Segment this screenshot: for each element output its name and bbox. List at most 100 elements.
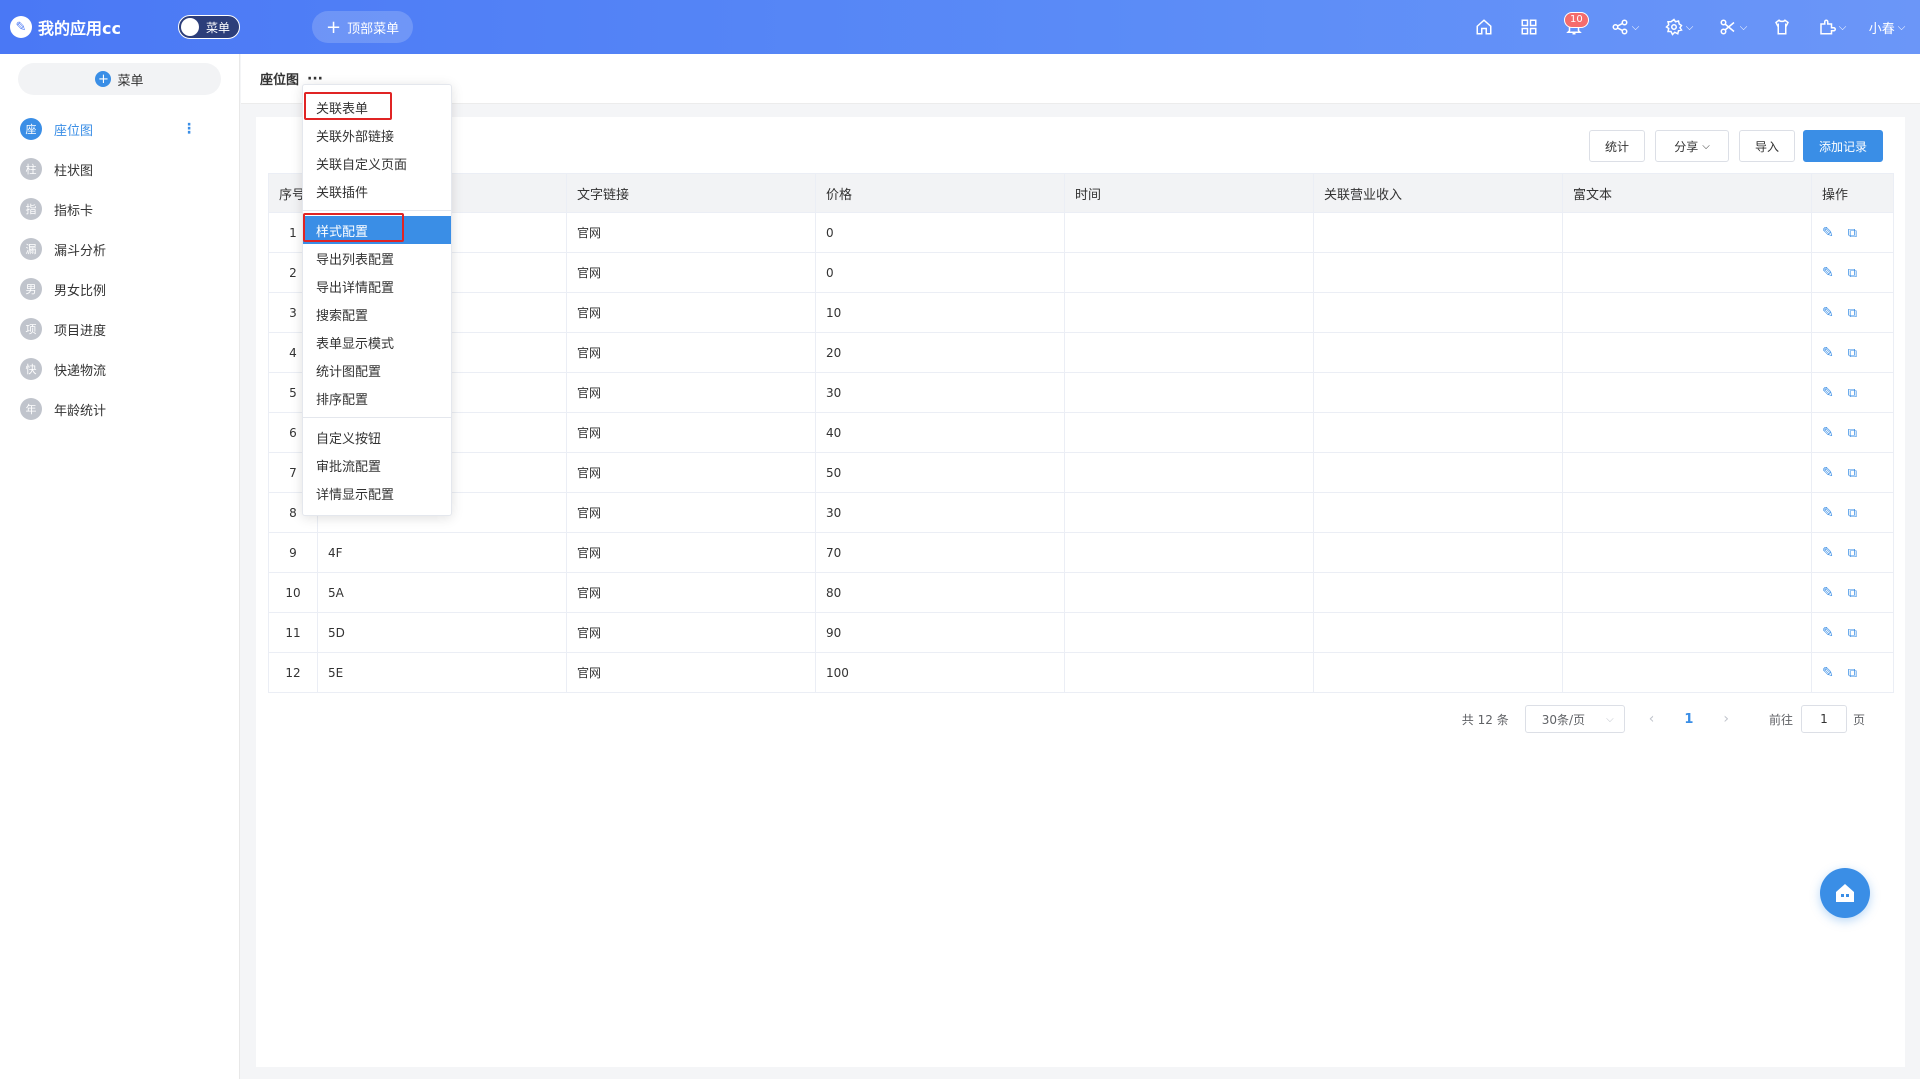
sidebar-item-metric-card[interactable]: 指 指标卡 <box>0 189 239 229</box>
cell-rich-text <box>1562 572 1812 613</box>
edit-icon[interactable]: ✎ <box>1822 505 1834 521</box>
menu-item-sort-config[interactable]: 排序配置 <box>303 384 451 412</box>
sidebar-item-age-stats[interactable]: 年 年龄统计 <box>0 389 239 429</box>
plugin-icon[interactable]: ⌵ <box>1804 0 1860 54</box>
copy-icon[interactable]: ⧉ <box>1848 666 1857 681</box>
page-unit-label: 页 <box>1852 712 1865 727</box>
home-icon[interactable] <box>1460 0 1508 54</box>
cell-text-link: 官网 <box>566 252 816 293</box>
menu-toggle[interactable]: 菜单 <box>178 15 240 39</box>
sidebar-item-funnel[interactable]: 漏 漏斗分析 <box>0 229 239 269</box>
menu-divider <box>303 417 451 418</box>
edit-icon[interactable]: ✎ <box>1822 225 1834 241</box>
cell-related-revenue <box>1313 612 1563 653</box>
copy-icon[interactable]: ⧉ <box>1848 346 1857 361</box>
cell-price: 40 <box>815 412 1065 453</box>
chevron-down-icon: ⌵ <box>1606 713 1614 725</box>
next-page-icon[interactable]: › <box>1723 711 1729 727</box>
more-options-dropdown: 关联表单 关联外部链接 关联自定义页面 关联插件 样式配置 导出列表配置 导出详… <box>302 84 452 516</box>
copy-icon[interactable]: ⧉ <box>1848 306 1857 321</box>
sidebar-item-project-progress[interactable]: 项 项目进度 <box>0 309 239 349</box>
sidebar-item-logistics[interactable]: 快 快递物流 <box>0 349 239 389</box>
stats-button[interactable]: 统计 <box>1589 130 1645 162</box>
menu-item-search-config[interactable]: 搜索配置 <box>303 300 451 328</box>
more-vertical-icon[interactable]: ⋮ <box>182 121 196 137</box>
shirt-icon[interactable] <box>1760 0 1804 54</box>
sidebar-item-seat-map[interactable]: 座 座位图 ⋮ <box>0 109 239 149</box>
copy-icon[interactable]: ⧉ <box>1848 386 1857 401</box>
edit-icon[interactable]: ✎ <box>1822 425 1834 441</box>
add-menu-button[interactable]: + 菜单 <box>18 63 221 95</box>
settings-icon[interactable]: ⌵ <box>1652 0 1706 54</box>
cell-actions: ✎ ⧉ <box>1811 492 1894 533</box>
menu-item-link-custom-page[interactable]: 关联自定义页面 <box>303 149 451 177</box>
copy-icon[interactable]: ⧉ <box>1848 546 1857 561</box>
chevron-down-icon: ⌵ <box>1685 21 1694 33</box>
app-logo[interactable]: ✎ 我的应用cc <box>10 15 160 39</box>
row-index: 11 <box>268 612 318 653</box>
top-menu-button[interactable]: + 顶部菜单 <box>312 11 414 43</box>
copy-icon[interactable]: ⧉ <box>1848 626 1857 641</box>
sidebar-item-bar-chart[interactable]: 柱 柱状图 <box>0 149 239 189</box>
edit-icon[interactable]: ✎ <box>1822 345 1834 361</box>
copy-icon[interactable]: ⧉ <box>1848 466 1857 481</box>
pagination: 共 12 条 30条/页 ⌵ ‹ 1 › 前往 1 页 <box>1462 705 1865 733</box>
copy-icon[interactable]: ⧉ <box>1848 226 1857 241</box>
cell-related-revenue <box>1313 452 1563 493</box>
menu-item-export-detail-config[interactable]: 导出详情配置 <box>303 272 451 300</box>
edit-icon[interactable]: ✎ <box>1822 665 1834 681</box>
cell-related-revenue <box>1313 492 1563 533</box>
edit-icon[interactable]: ✎ <box>1822 305 1834 321</box>
menu-item-chart-config[interactable]: 统计图配置 <box>303 356 451 384</box>
sidebar-menu: 座 座位图 ⋮ 柱 柱状图 指 指标卡 漏 漏斗分析 男 男女比例 项 项目进度… <box>0 109 239 429</box>
cell-text-link: 官网 <box>566 492 816 533</box>
goto-label: 前往 <box>1768 712 1793 727</box>
cell-actions: ✎ ⧉ <box>1811 532 1894 573</box>
cell-rich-text <box>1562 652 1812 693</box>
user-name: 小春 <box>1868 21 1895 37</box>
menu-item-link-plugin[interactable]: 关联插件 <box>303 177 451 205</box>
page-size-select[interactable]: 30条/页 ⌵ <box>1524 705 1625 733</box>
menu-item-link-external[interactable]: 关联外部链接 <box>303 121 451 149</box>
apps-icon[interactable] <box>1508 0 1550 54</box>
copy-icon[interactable]: ⧉ <box>1848 266 1857 281</box>
sidebar: + 菜单 座 座位图 ⋮ 柱 柱状图 指 指标卡 漏 漏斗分析 男 男女比例 项… <box>0 54 240 1079</box>
cell-related-revenue <box>1313 252 1563 293</box>
copy-icon[interactable]: ⧉ <box>1848 426 1857 441</box>
menu-item-approval-flow[interactable]: 审批流配置 <box>303 451 451 479</box>
cell-price: 0 <box>815 252 1065 293</box>
share-icon[interactable]: ⌵ <box>1598 0 1652 54</box>
edit-icon[interactable]: ✎ <box>1822 385 1834 401</box>
goto-page-input[interactable]: 1 <box>1800 705 1847 733</box>
current-page[interactable]: 1 <box>1684 712 1693 727</box>
cell-rich-text <box>1562 492 1812 533</box>
sidebar-item-gender-ratio[interactable]: 男 男女比例 <box>0 269 239 309</box>
add-record-button[interactable]: 添加记录 <box>1803 130 1883 162</box>
user-menu[interactable]: 小春 ⌵ <box>1860 0 1914 54</box>
menu-item-form-display-mode[interactable]: 表单显示模式 <box>303 328 451 356</box>
menu-item-export-list-config[interactable]: 导出列表配置 <box>303 244 451 272</box>
menu-item-detail-display[interactable]: 详情显示配置 <box>303 479 451 507</box>
column-header: 文字链接 <box>566 173 816 213</box>
edit-icon[interactable]: ✎ <box>1822 465 1834 481</box>
table-row: 6 官网 40 ✎ ⧉ <box>268 412 1894 453</box>
edit-icon[interactable]: ✎ <box>1822 265 1834 281</box>
share-button[interactable]: 分享 ⌵ <box>1655 130 1729 162</box>
prev-page-icon[interactable]: ‹ <box>1649 711 1655 727</box>
chevron-down-icon: ⌵ <box>1897 21 1906 33</box>
edit-icon[interactable]: ✎ <box>1822 545 1834 561</box>
bell-icon[interactable]: 10 <box>1550 0 1598 54</box>
chevron-down-icon: ⌵ <box>1631 21 1640 33</box>
floating-home-button[interactable] <box>1820 868 1870 918</box>
copy-icon[interactable]: ⧉ <box>1848 586 1857 601</box>
copy-icon[interactable]: ⧉ <box>1848 506 1857 521</box>
tools-icon[interactable]: ⌵ <box>1706 0 1760 54</box>
edit-icon[interactable]: ✎ <box>1822 585 1834 601</box>
cell-price: 20 <box>815 332 1065 373</box>
cell-time <box>1064 612 1314 653</box>
import-button[interactable]: 导入 <box>1739 130 1795 162</box>
menu-item-custom-button[interactable]: 自定义按钮 <box>303 423 451 451</box>
edit-icon[interactable]: ✎ <box>1822 625 1834 641</box>
cell-time <box>1064 332 1314 373</box>
table-row: 12 5E 官网 100 ✎ ⧉ <box>268 652 1894 693</box>
